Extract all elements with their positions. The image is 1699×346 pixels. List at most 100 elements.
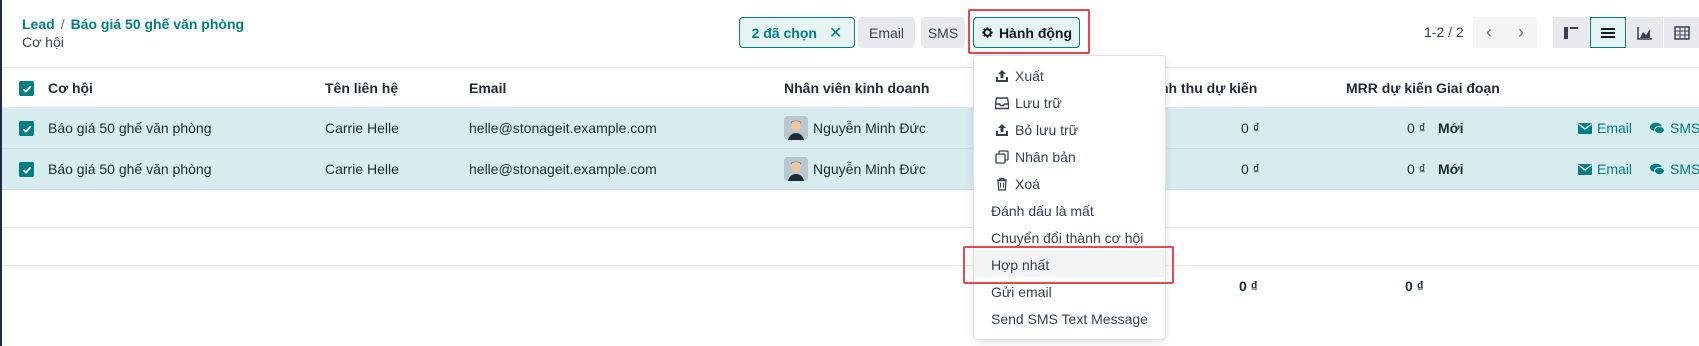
avatar — [784, 157, 808, 181]
page-title: Cơ hội — [22, 34, 64, 50]
selection-count-label: 2 đã chọn — [751, 24, 817, 41]
row-sms-label: SMS — [1670, 120, 1699, 136]
check-icon — [22, 125, 31, 133]
menu-item-mark-lost[interactable]: Đánh dấu là mất — [991, 203, 1094, 219]
menu-item-send-sms[interactable]: Send SMS Text Message — [991, 311, 1148, 327]
cell-stage: Mới — [1438, 120, 1464, 136]
pager-previous-button[interactable]: ‹ — [1473, 17, 1505, 48]
empty-row — [2, 228, 1699, 266]
menu-item-send-sms-label: Send SMS Text Message — [991, 311, 1148, 327]
selection-counter[interactable]: 2 đã chọn ✕ — [739, 17, 855, 48]
chevron-left-icon: ‹ — [1486, 22, 1492, 42]
row-sms-button[interactable]: SMS — [1650, 120, 1699, 136]
select-all-checkbox[interactable] — [19, 81, 34, 96]
row-checkbox[interactable] — [19, 121, 34, 136]
menu-item-export[interactable]: Xuất — [995, 68, 1044, 84]
column-email[interactable]: Email — [469, 80, 506, 96]
menu-item-convert-label: Chuyển đổi thành cơ hội — [991, 230, 1144, 246]
table-row[interactable]: Báo giá 50 ghế văn phòng Carrie Helle he… — [2, 108, 1699, 149]
upload-icon — [996, 70, 1008, 82]
menu-item-merge[interactable]: Hợp nhất — [991, 257, 1049, 273]
row-email-label: Email — [1597, 120, 1633, 136]
pager-value: 1-2 / 2 — [1424, 24, 1464, 40]
cell-expected-revenue: 0 ₫ — [1241, 120, 1260, 136]
cell-email: helle@stonageit.example.com — [469, 161, 657, 177]
row-email-button[interactable]: Email — [1578, 120, 1632, 136]
breadcrumb-lead-link[interactable]: Lead — [22, 16, 55, 32]
cell-salesperson: Nguyễn Minh Đức — [813, 120, 926, 136]
kanban-view-button[interactable] — [1553, 17, 1589, 48]
graph-view-button[interactable] — [1627, 17, 1663, 48]
column-expected-revenue[interactable]: nh thu dự kiến — [1160, 80, 1257, 96]
email-button[interactable]: Email — [858, 17, 915, 48]
user-avatar-icon — [784, 157, 808, 181]
breadcrumb: Lead / Báo giá 50 ghế văn phòng — [22, 16, 244, 32]
column-salesperson[interactable]: Nhân viên kinh doanh — [784, 80, 929, 96]
menu-item-unarchive[interactable]: Bỏ lưu trữ — [995, 122, 1078, 138]
table-header: Cơ hội Tên liên hệ Email Nhân viên kinh … — [2, 67, 1699, 108]
column-expected-mrr[interactable]: MRR dự kiến — [1346, 80, 1432, 96]
table-grid-icon — [1673, 25, 1690, 40]
inbox-icon — [995, 97, 1009, 110]
menu-item-archive-label: Lưu trữ — [1015, 95, 1062, 111]
breadcrumb-separator: / — [60, 16, 65, 32]
list-view-button[interactable] — [1590, 17, 1626, 48]
cell-email: helle@stonageit.example.com — [469, 120, 657, 136]
upload-icon — [996, 124, 1008, 136]
menu-item-mark-lost-label: Đánh dấu là mất — [991, 203, 1094, 219]
cell-opportunity: Báo giá 50 ghế văn phòng — [48, 161, 212, 177]
chevron-right-icon: › — [1518, 22, 1524, 42]
cell-salesperson: Nguyễn Minh Đức — [813, 161, 926, 177]
cell-contact-name: Carrie Helle — [325, 120, 399, 136]
menu-item-delete-label: Xoá — [1015, 176, 1040, 192]
menu-item-export-label: Xuất — [1015, 68, 1044, 84]
menu-item-delete[interactable]: Xoá — [995, 176, 1040, 192]
total-expected-revenue: 0 ₫ — [1239, 278, 1258, 294]
cell-expected-mrr: 0 ₫ — [1407, 161, 1426, 177]
check-icon — [22, 166, 31, 174]
envelope-icon — [1578, 122, 1592, 134]
menu-item-merge-label: Hợp nhất — [991, 257, 1050, 273]
avatar — [784, 116, 808, 140]
user-avatar-icon — [784, 116, 808, 140]
menu-item-duplicate[interactable]: Nhân bản — [995, 149, 1076, 165]
menu-item-send-email[interactable]: Gửi email — [991, 284, 1052, 300]
area-chart-icon — [1637, 26, 1652, 40]
menu-item-archive[interactable]: Lưu trữ — [995, 95, 1062, 111]
empty-row — [2, 190, 1699, 228]
row-email-button[interactable]: Email — [1578, 161, 1632, 177]
column-opportunity[interactable]: Cơ hội — [48, 80, 93, 96]
row-sms-label: SMS — [1670, 161, 1699, 177]
column-contact-name[interactable]: Tên liên hệ — [325, 80, 398, 96]
copy-icon — [995, 150, 1009, 164]
action-menu-label: Hành động — [998, 24, 1073, 41]
cell-opportunity: Báo giá 50 ghế văn phòng — [48, 120, 212, 136]
column-stage[interactable]: Giai đoạn — [1436, 80, 1500, 96]
total-expected-mrr: 0 ₫ — [1405, 278, 1424, 294]
row-checkbox[interactable] — [19, 162, 34, 177]
action-dropdown-menu: Xuất Lưu trữ Bỏ lưu trữ Nhân bản Xoá Đán… — [973, 55, 1166, 340]
sms-button[interactable]: SMS — [921, 17, 965, 48]
envelope-icon — [1578, 163, 1592, 175]
list-icon — [1601, 27, 1615, 38]
cell-contact-name: Carrie Helle — [325, 161, 399, 177]
check-icon — [22, 85, 31, 93]
clear-selection-icon[interactable]: ✕ — [829, 23, 842, 43]
menu-item-duplicate-label: Nhân bản — [1015, 149, 1076, 165]
menu-item-convert-to-opportunity[interactable]: Chuyển đổi thành cơ hội — [991, 230, 1143, 246]
gear-icon — [982, 27, 993, 38]
pager-next-button[interactable]: › — [1505, 17, 1537, 48]
menu-item-unarchive-label: Bỏ lưu trữ — [1015, 122, 1079, 138]
row-sms-button[interactable]: SMS — [1650, 161, 1699, 177]
pivot-view-button[interactable] — [1664, 17, 1699, 48]
breadcrumb-record-link[interactable]: Báo giá 50 ghế văn phòng — [71, 16, 244, 32]
menu-item-send-email-label: Gửi email — [991, 284, 1052, 300]
chat-icon — [1650, 163, 1665, 175]
kanban-icon — [1564, 26, 1578, 39]
action-menu-button[interactable]: Hành động — [973, 17, 1080, 48]
trash-icon — [997, 177, 1007, 191]
cell-expected-revenue: 0 ₫ — [1241, 161, 1260, 177]
table-row[interactable]: Báo giá 50 ghế văn phòng Carrie Helle he… — [2, 149, 1699, 190]
cell-stage: Mới — [1438, 161, 1464, 177]
row-email-label: Email — [1597, 161, 1633, 177]
